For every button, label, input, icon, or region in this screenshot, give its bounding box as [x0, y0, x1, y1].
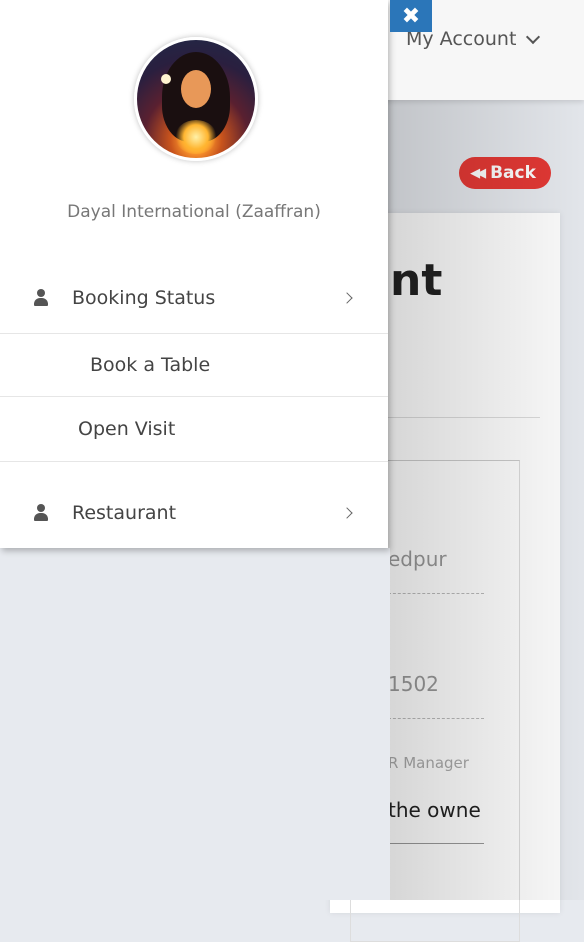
chevron-right-icon — [341, 507, 353, 519]
double-left-arrow-icon: ◀◀ — [470, 165, 486, 181]
menu-item-label: Restaurant — [72, 502, 177, 524]
side-drawer: Dayal International (Zaaffran) Booking S… — [0, 0, 388, 548]
page-title: nt — [390, 255, 443, 306]
field-underline — [388, 718, 484, 719]
avatar — [134, 37, 258, 161]
close-icon: ✖ — [401, 3, 421, 29]
menu-item-label: Booking Status — [72, 287, 216, 309]
chevron-right-icon — [341, 292, 353, 304]
user-icon — [33, 504, 49, 522]
menu-item-restaurant[interactable]: Restaurant — [0, 480, 388, 546]
menu-item-label: Open Visit — [78, 418, 176, 440]
menu-item-open-visit[interactable]: Open Visit — [0, 396, 388, 462]
drawer-scrim-bottom[interactable] — [0, 548, 390, 900]
menu-item-book-a-table[interactable]: Book a Table — [0, 332, 388, 398]
address-field[interactable]: edpur — [388, 547, 447, 571]
menu-item-label: Book a Table — [90, 354, 211, 376]
divider — [0, 461, 388, 462]
chevron-down-icon — [526, 29, 541, 44]
manager-label: R Manager — [388, 754, 469, 772]
field-underline — [388, 593, 484, 594]
menu-item-booking-status[interactable]: Booking Status — [0, 265, 388, 331]
profile-name: Dayal International (Zaaffran) — [67, 202, 321, 222]
back-button[interactable]: ◀◀ Back — [459, 157, 551, 189]
user-icon — [33, 289, 49, 307]
close-drawer-button[interactable]: ✖ — [390, 0, 432, 32]
back-button-label: Back — [490, 163, 536, 183]
owner-select[interactable]: the owne — [388, 798, 484, 822]
phone-field[interactable]: 1502 — [388, 672, 439, 696]
select-underline — [388, 843, 484, 844]
